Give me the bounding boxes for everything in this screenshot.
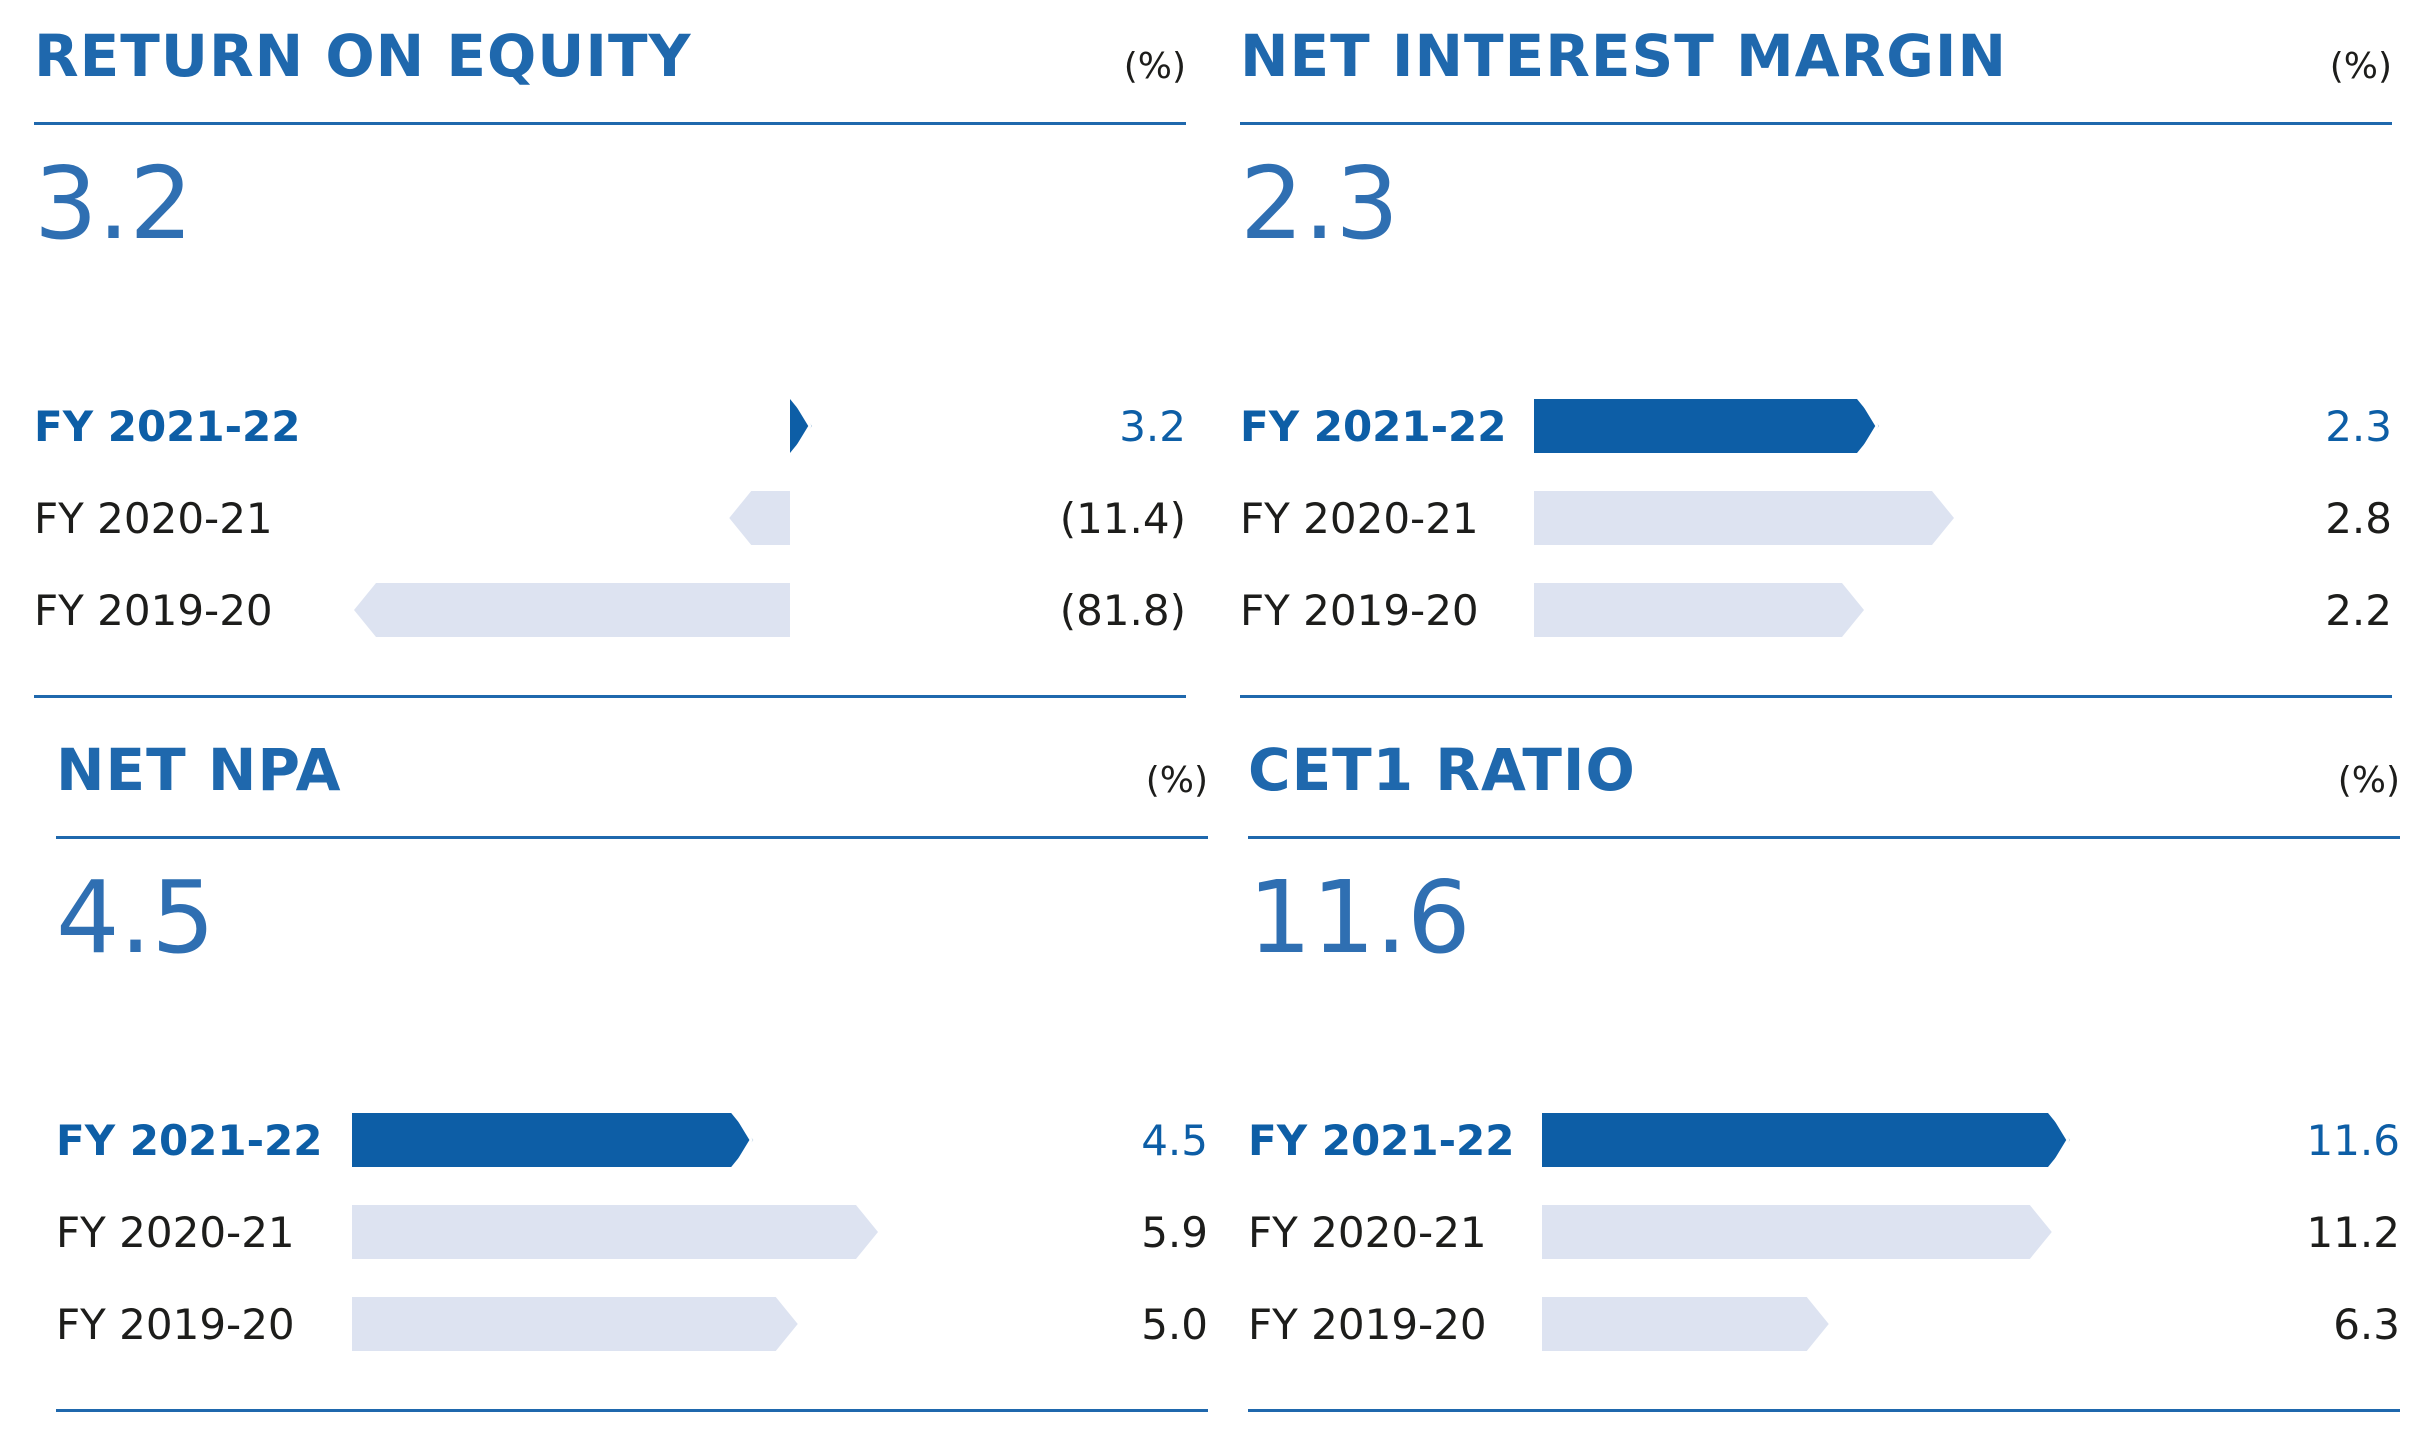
bottom-divider — [1248, 1409, 2400, 1412]
title-divider — [1240, 122, 2392, 125]
headline-value: 11.6 — [1248, 859, 1471, 976]
title-divider — [34, 122, 1186, 125]
bar-previous — [354, 583, 790, 637]
value-label: 5.0 — [1141, 1300, 1208, 1349]
nim-panel: NET INTEREST MARGIN (%) 2.3 FY 2021-22 2.… — [1240, 0, 2392, 698]
unit-label: (%) — [1145, 760, 1208, 801]
category-label: FY 2021-22 — [1240, 402, 1507, 451]
unit-label: (%) — [2329, 46, 2392, 87]
cet1-panel: CET1 RATIO (%) 11.6 FY 2021-22 11.6 FY 202… — [1248, 714, 2400, 1412]
bar-chart: FY 2021-22 2.3 FY 2020-21 2.8 FY 2019-20 2.2 — [1240, 399, 2392, 637]
unit-label: (%) — [2337, 760, 2400, 801]
headline-value: 2.3 — [1240, 145, 1400, 262]
category-label: FY 2020-21 — [34, 494, 273, 543]
bar-chart: FY 2021-22 4.5 FY 2020-21 5.9 FY 2019-20 5.0 — [56, 1113, 1208, 1351]
panel-title: CET1 RATIO — [1248, 736, 1636, 804]
bar-previous — [352, 1297, 798, 1351]
category-label: FY 2019-20 — [56, 1300, 295, 1349]
bottom-divider — [34, 695, 1186, 698]
panel-title: RETURN ON EQUITY — [34, 22, 692, 90]
headline-value: 4.5 — [56, 859, 216, 976]
category-label: FY 2020-21 — [1240, 494, 1479, 543]
bar-previous — [1534, 583, 1864, 637]
category-label: FY 2019-20 — [1240, 586, 1479, 635]
category-label: FY 2021-22 — [1248, 1116, 1515, 1165]
bar-current — [352, 1113, 754, 1167]
category-label: FY 2020-21 — [56, 1208, 295, 1257]
category-label: FY 2021-22 — [56, 1116, 323, 1165]
value-label: 2.3 — [2325, 402, 2392, 451]
bar-previous — [1542, 1297, 1829, 1351]
panel-title: NET INTEREST MARGIN — [1240, 22, 2008, 90]
bar-previous — [1542, 1205, 2052, 1259]
value-label: 3.2 — [1119, 402, 1186, 451]
bar-chart: FY 2021-22 3.2 FY 2020-21 (11.4) FY 2019-20 (… — [34, 399, 1186, 637]
bottom-divider — [56, 1409, 1208, 1412]
title-divider — [56, 836, 1208, 839]
roe-panel: RETURN ON EQUITY (%) 3.2 FY 2021-22 3.2 FY… — [34, 0, 1186, 698]
value-label: (11.4) — [1060, 494, 1186, 543]
value-label: 2.8 — [2325, 494, 2392, 543]
category-label: FY 2019-20 — [1248, 1300, 1487, 1349]
value-label: 11.6 — [2306, 1116, 2400, 1165]
category-label: FY 2021-22 — [34, 402, 301, 451]
title-divider — [1248, 836, 2400, 839]
bar-previous — [1534, 491, 1954, 545]
bar-chart: FY 2021-22 11.6 FY 2020-21 11.2 FY 2019-20 6.… — [1248, 1113, 2400, 1351]
value-label: 5.9 — [1141, 1208, 1208, 1257]
value-label: 2.2 — [2325, 586, 2392, 635]
category-label: FY 2020-21 — [1248, 1208, 1487, 1257]
value-label: 4.5 — [1141, 1116, 1208, 1165]
value-label: 11.2 — [2306, 1208, 2400, 1257]
headline-value: 3.2 — [34, 145, 194, 262]
category-label: FY 2019-20 — [34, 586, 273, 635]
value-label: (81.8) — [1060, 586, 1186, 635]
bottom-divider — [1240, 695, 2392, 698]
bar-previous — [352, 1205, 878, 1259]
value-label: 6.3 — [2333, 1300, 2400, 1349]
panel-title: NET NPA — [56, 736, 342, 804]
bar-current — [1542, 1113, 2070, 1167]
net-npa-panel: NET NPA (%) 4.5 FY 2021-22 4.5 FY 2020-21 5… — [56, 714, 1208, 1412]
bar-previous — [729, 491, 790, 545]
bar-current — [1534, 399, 1879, 453]
unit-label: (%) — [1123, 46, 1186, 87]
